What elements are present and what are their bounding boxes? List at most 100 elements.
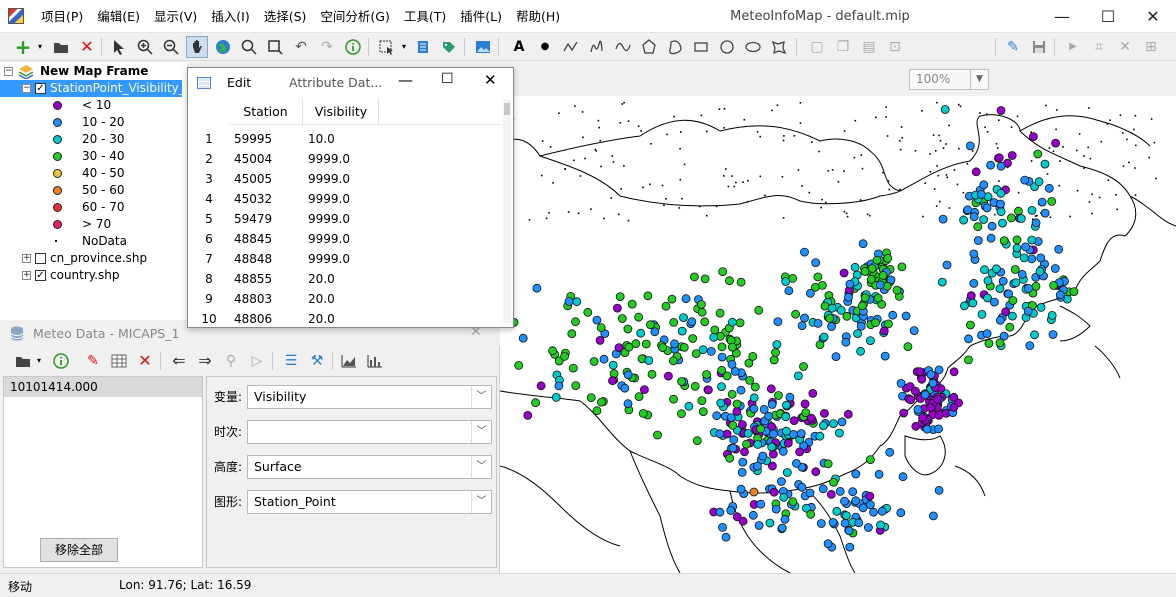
bar-chart-icon[interactable] xyxy=(364,350,386,372)
attribute-grid[interactable]: Station Visibility 1 59995 10.0 2 45004 9999.… xyxy=(189,99,502,326)
delete-icon[interactable]: ✕ xyxy=(1114,36,1136,58)
menu-select[interactable]: 选择(S) xyxy=(257,0,314,33)
close-button[interactable]: ✕ xyxy=(484,71,497,89)
select-icon[interactable] xyxy=(108,36,130,58)
dropdown-arrow-icon[interactable]: ▾ xyxy=(28,350,50,372)
tab-edit[interactable]: Edit xyxy=(227,75,251,90)
curve-icon[interactable] xyxy=(612,36,634,58)
rectangle-icon[interactable] xyxy=(690,36,712,58)
map-view[interactable] xyxy=(500,96,1176,573)
minimize-button[interactable]: — xyxy=(398,71,413,89)
menu-insert[interactable]: 插入(I) xyxy=(204,0,256,33)
table-row[interactable]: 9 48803 20.0 xyxy=(189,289,502,309)
menu-help[interactable]: 帮助(H) xyxy=(509,0,567,33)
open-icon[interactable] xyxy=(50,36,72,58)
table-icon[interactable] xyxy=(108,350,130,372)
chevron-down-icon[interactable]: ▼ xyxy=(970,70,988,89)
save-icon[interactable] xyxy=(1028,36,1050,58)
table-row[interactable]: 8 48855 20.0 xyxy=(189,269,502,289)
dropdown-arrow-icon[interactable]: ▾ xyxy=(29,36,51,58)
menu-view[interactable]: 显示(V) xyxy=(147,0,204,33)
maximize-button[interactable]: ☐ xyxy=(441,71,454,87)
animate-icon[interactable]: ⚲ xyxy=(220,350,242,372)
remove-all-button[interactable]: 移除全部 xyxy=(40,538,118,562)
variable-select[interactable]: Visibility ﹀ xyxy=(247,385,492,409)
layout-icon[interactable]: ▢ xyxy=(806,36,828,58)
column-header-visibility[interactable]: Visibility xyxy=(304,99,379,124)
redo-icon[interactable]: ↷ xyxy=(316,36,338,58)
arrow-right-icon[interactable]: ⇒ xyxy=(194,350,216,372)
remove-icon[interactable]: ✕ xyxy=(76,36,98,58)
circle-icon[interactable] xyxy=(716,36,738,58)
table-row[interactable]: 5 59479 9999.0 xyxy=(189,209,502,229)
fit-icon[interactable]: ⊡ xyxy=(884,36,906,58)
polyline-icon[interactable] xyxy=(560,36,582,58)
chevron-down-icon[interactable]: ﹀ xyxy=(471,456,491,478)
freehand-icon[interactable] xyxy=(586,36,608,58)
zoom-in-icon[interactable] xyxy=(134,36,156,58)
expand-icon[interactable]: + xyxy=(22,254,31,263)
zoom-combo[interactable]: 100% ▼ xyxy=(909,69,989,90)
list-item[interactable]: 10101414.000 xyxy=(4,377,202,397)
draw-icon[interactable]: ✎ xyxy=(82,350,104,372)
settings-icon[interactable]: ⚒ xyxy=(306,350,328,372)
layer-visible-checkbox[interactable] xyxy=(35,253,46,264)
list-icon[interactable]: ☰ xyxy=(280,350,302,372)
chevron-down-icon[interactable]: ﹀ xyxy=(471,491,491,513)
zoom-box-icon[interactable] xyxy=(264,36,286,58)
menu-spatial-analysis[interactable]: 空间分析(G) xyxy=(313,0,396,33)
menu-project[interactable]: 项目(P) xyxy=(34,0,90,33)
remove-icon[interactable]: ✕ xyxy=(134,350,156,372)
chevron-down-icon[interactable]: ﹀ xyxy=(471,386,491,408)
label-icon[interactable] xyxy=(438,36,460,58)
menu-plugins[interactable]: 插件(L) xyxy=(453,0,509,33)
pan-icon[interactable] xyxy=(186,36,208,58)
edit-icon[interactable]: ✎ xyxy=(1002,36,1024,58)
minimize-button[interactable]: — xyxy=(1039,0,1085,33)
vertical-scrollbar[interactable] xyxy=(503,99,511,323)
maximize-button[interactable]: ☐ xyxy=(1085,0,1131,33)
vertex-icon[interactable]: ⌗ xyxy=(1088,36,1110,58)
info-icon[interactable] xyxy=(50,350,72,372)
identify-icon[interactable] xyxy=(342,36,364,58)
column-header-station[interactable]: Station xyxy=(229,99,303,124)
chart-area-icon[interactable] xyxy=(338,350,360,372)
copy-icon[interactable]: ❐ xyxy=(832,36,854,58)
polygon-icon[interactable] xyxy=(638,36,660,58)
measure-icon[interactable] xyxy=(412,36,434,58)
time-select[interactable]: ﹀ xyxy=(247,420,492,444)
full-extent-icon[interactable] xyxy=(212,36,234,58)
table-row[interactable]: 4 45032 9999.0 xyxy=(189,189,502,209)
table-row[interactable]: 7 48848 9999.0 xyxy=(189,249,502,269)
text-icon[interactable]: A xyxy=(508,36,530,58)
zoom-out-icon[interactable] xyxy=(160,36,182,58)
table-row[interactable]: 10 48806 20.0 xyxy=(189,309,502,329)
table-row[interactable]: 3 45005 9999.0 xyxy=(189,169,502,189)
level-select[interactable]: Surface ﹀ xyxy=(247,455,492,479)
table-row[interactable]: 2 45004 9999.0 xyxy=(189,149,502,169)
point-icon[interactable]: ● xyxy=(534,36,556,58)
layer-visible-checkbox[interactable]: ✓ xyxy=(35,270,46,281)
picture-icon[interactable] xyxy=(472,36,494,58)
layer-visible-checkbox[interactable]: ✓ xyxy=(35,83,46,94)
arrow-left-icon[interactable]: ⇐ xyxy=(168,350,190,372)
play-icon[interactable]: ▷ xyxy=(246,350,268,372)
collapse-icon[interactable]: − xyxy=(4,67,13,76)
start-edit-icon[interactable]: ▶ xyxy=(1062,36,1084,58)
curve-polygon-icon[interactable] xyxy=(664,36,686,58)
scrollbar-thumb[interactable] xyxy=(504,103,510,115)
ellipse-icon[interactable] xyxy=(742,36,764,58)
graphic-select[interactable]: Station_Point ﹀ xyxy=(247,490,492,514)
magnifier-icon[interactable] xyxy=(238,36,260,58)
table-row[interactable]: 1 59995 10.0 xyxy=(189,129,502,149)
freehand-polygon-icon[interactable] xyxy=(768,36,790,58)
tree-map-frame[interactable]: − New Map Frame xyxy=(0,63,187,80)
expand-icon[interactable]: + xyxy=(22,271,31,280)
chevron-down-icon[interactable]: ﹀ xyxy=(471,421,491,443)
tree-layer-station-visibility[interactable]: − ✓ StationPoint_Visibility_ xyxy=(0,80,185,97)
collapse-icon[interactable]: − xyxy=(22,84,31,93)
table-row[interactable]: 6 48845 9999.0 xyxy=(189,229,502,249)
menu-edit[interactable]: 编辑(E) xyxy=(90,0,147,33)
menu-tools[interactable]: 工具(T) xyxy=(397,0,453,33)
more-icon[interactable]: ⊞ xyxy=(1140,36,1162,58)
